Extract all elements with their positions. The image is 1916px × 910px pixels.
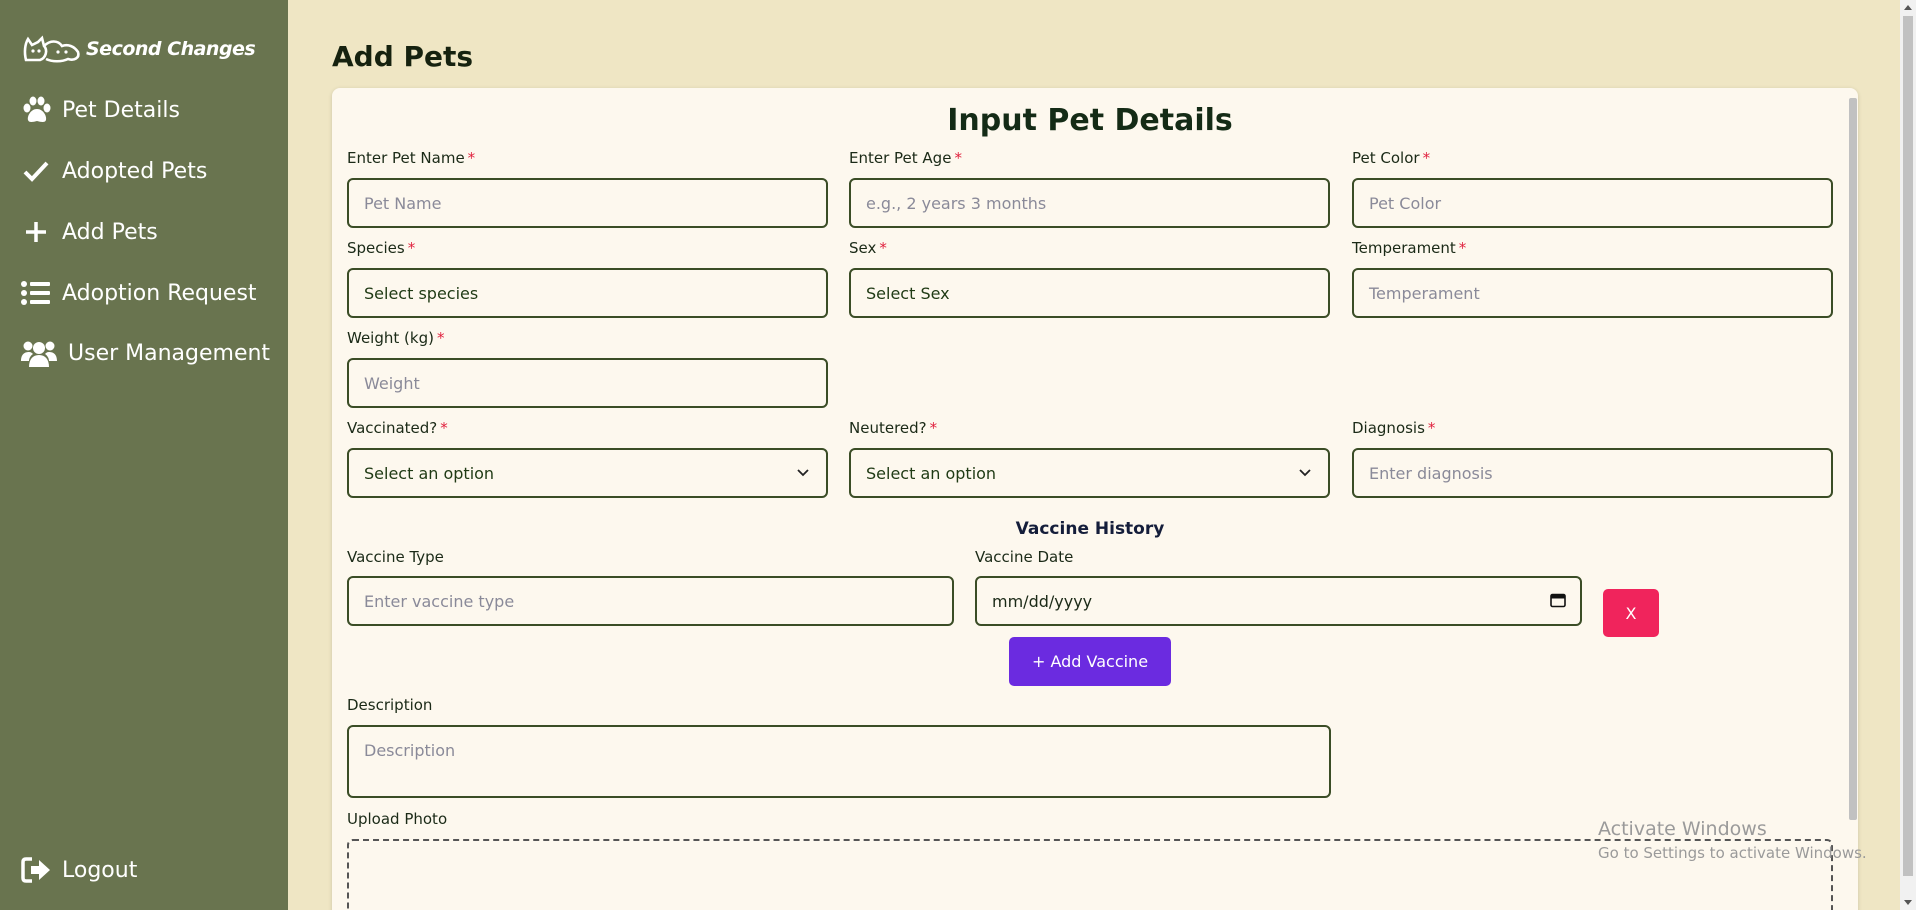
paw-icon (20, 96, 52, 124)
pet-color-input[interactable]: Pet Color (1352, 178, 1833, 228)
temperament-input[interactable]: Temperament (1352, 268, 1833, 318)
scroll-down-arrow-icon[interactable] (1904, 900, 1912, 905)
brand[interactable]: Second Changes (22, 34, 256, 64)
sidebar-item-adopted-pets[interactable]: Adopted Pets (20, 157, 207, 185)
species-select[interactable]: Select species (347, 268, 828, 318)
pet-age-input[interactable]: e.g., 2 years 3 months (849, 178, 1330, 228)
sidebar-item-label: User Management (68, 340, 271, 366)
neutered-select[interactable]: Select an option (849, 448, 1330, 498)
sidebar-item-adoption-request[interactable]: Adoption Request (20, 279, 257, 307)
sex-select[interactable]: Select Sex (849, 268, 1330, 318)
description-textarea[interactable]: Description (347, 725, 1331, 798)
vaccine-type-label: Vaccine Type (347, 548, 444, 566)
temperament-label: Temperament * (1352, 239, 1467, 257)
pet-age-label: Enter Pet Age * (849, 149, 962, 167)
calendar-icon[interactable] (1550, 592, 1566, 608)
sidebar-item-pet-details[interactable]: Pet Details (20, 96, 180, 124)
sidebar-item-label: Adopted Pets (62, 158, 208, 184)
vaccine-date-input[interactable]: mm/dd/yyyy (975, 576, 1582, 626)
neutered-label: Neutered? * (849, 419, 938, 437)
form-title: Input Pet Details (947, 103, 1233, 138)
sidebar-item-add-pets[interactable]: Add Pets (20, 218, 158, 246)
sidebar: Second Changes Pet Details Adopted Pets … (0, 0, 288, 910)
vaccine-type-input[interactable]: Enter vaccine type (347, 576, 954, 626)
sidebar-item-label: Adoption Request (62, 280, 257, 306)
sidebar-item-label: Add Pets (62, 219, 158, 245)
cat-dog-logo-icon (23, 35, 80, 63)
scroll-up-arrow-icon[interactable] (1904, 5, 1912, 10)
logout-button[interactable]: Logout (20, 856, 137, 884)
vaccinated-select[interactable]: Select an option (347, 448, 828, 498)
logout-label: Logout (62, 857, 138, 883)
sidebar-item-label: Pet Details (62, 97, 180, 123)
vaccine-date-label: Vaccine Date (975, 548, 1074, 566)
logout-icon (20, 856, 52, 884)
sidebar-item-user-management[interactable]: User Management (20, 339, 270, 367)
diagnosis-label: Diagnosis * (1352, 419, 1436, 437)
weight-label: Weight (kg) * (347, 329, 445, 347)
page-title: Add Pets (332, 40, 474, 73)
chevron-down-icon (797, 469, 809, 477)
pet-color-label: Pet Color * (1352, 149, 1431, 167)
vaccinated-label: Vaccinated? * (347, 419, 448, 437)
plus-icon (20, 218, 52, 246)
pet-name-input[interactable]: Pet Name (347, 178, 828, 228)
list-icon (20, 279, 52, 307)
diagnosis-input[interactable]: Enter diagnosis (1352, 448, 1833, 498)
activate-windows-watermark: Activate Windows Go to Settings to activ… (1598, 818, 1867, 862)
card-scrollbar[interactable] (1849, 98, 1857, 820)
species-label: Species * (347, 239, 416, 257)
add-vaccine-button[interactable]: + Add Vaccine (1009, 637, 1171, 686)
chevron-down-icon (1299, 469, 1311, 477)
vaccine-history-title: Vaccine History (1015, 519, 1165, 539)
pet-name-label: Enter Pet Name * (347, 149, 476, 167)
weight-input[interactable]: Weight (347, 358, 828, 408)
users-icon (20, 339, 58, 367)
scroll-thumb[interactable] (1903, 16, 1913, 876)
sex-label: Sex * (849, 239, 887, 257)
remove-vaccine-button[interactable]: X (1603, 589, 1659, 637)
brand-name: Second Changes (86, 38, 256, 60)
page-scrollbar[interactable] (1900, 0, 1916, 910)
check-icon (20, 157, 52, 185)
description-label: Description (347, 696, 433, 714)
upload-photo-label: Upload Photo (347, 810, 448, 828)
